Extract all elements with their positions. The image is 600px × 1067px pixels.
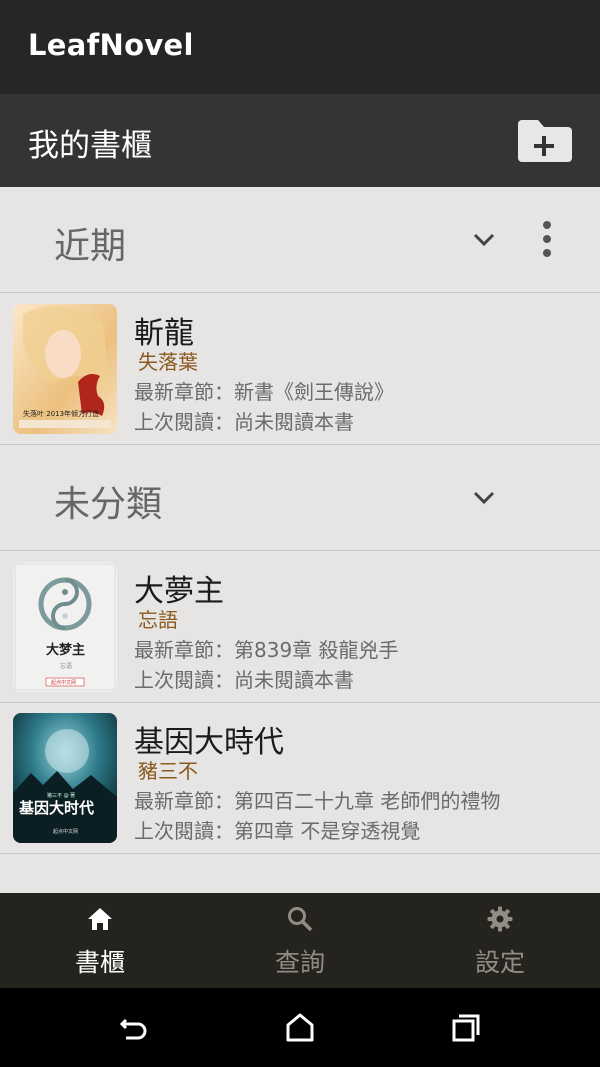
- more-options-button[interactable]: [532, 217, 562, 261]
- book-row-dameng[interactable]: 大梦主 忘语 起点中文网 大夢主 忘語 最新章節：第839章 殺龍兇手 上次閱讀…: [0, 552, 600, 703]
- system-home-button[interactable]: [282, 1010, 318, 1046]
- bottom-nav: 書櫃 查詢 設定: [0, 893, 600, 988]
- app-bar: LeafNovel: [0, 0, 600, 94]
- nav-label: 書櫃: [74, 948, 125, 977]
- system-recents-button[interactable]: [448, 1010, 484, 1046]
- collapse-toggle[interactable]: [466, 479, 502, 515]
- search-icon: [288, 907, 313, 932]
- chevron-down-icon: [473, 491, 495, 505]
- latest-chapter: 最新章節：新書《劍王傳說》: [134, 380, 394, 404]
- last-read: 上次閱讀：第四章 不是穿透視覺: [134, 819, 421, 843]
- system-back-button[interactable]: [116, 1010, 152, 1046]
- recents-icon: [452, 1014, 480, 1042]
- svg-text:失落叶 2013年倾力打造: 失落叶 2013年倾力打造: [23, 409, 99, 418]
- nav-tab-settings[interactable]: 設定: [400, 893, 600, 988]
- shelf-title: 我的書櫃: [28, 128, 152, 164]
- cover-art-dameng: 大梦主 忘语 起点中文网: [13, 562, 117, 692]
- book-cover: 大梦主 忘语 起点中文网: [13, 562, 117, 692]
- folder-plus-icon: [518, 120, 572, 162]
- nav-tab-search[interactable]: 查詢: [200, 893, 400, 988]
- chevron-down-icon: [473, 233, 495, 247]
- book-author: 豬三不: [138, 759, 198, 783]
- section-label: 未分類: [54, 484, 163, 525]
- last-read: 上次閱讀：尚未閱讀本書: [134, 668, 354, 692]
- latest-chapter: 最新章節：第四百二十九章 老師們的禮物: [134, 789, 501, 813]
- svg-text:猪三不 @ 著: 猪三不 @ 著: [47, 792, 75, 799]
- latest-chapter: 最新章節：第839章 殺龍兇手: [134, 638, 399, 662]
- svg-text:忘语: 忘语: [60, 662, 72, 670]
- gear-icon: [487, 906, 513, 932]
- book-row-jiyin[interactable]: 猪三不 @ 著 基因大时代 起点中文网 基因大時代 豬三不 最新章節：第四百二十…: [0, 703, 600, 854]
- add-folder-button[interactable]: [512, 114, 574, 166]
- section-label: 近期: [54, 226, 127, 267]
- home-icon: [88, 908, 112, 930]
- nav-tab-bookshelf[interactable]: 書櫃: [0, 893, 200, 988]
- book-cover: 失落叶 2013年倾力打造: [13, 304, 117, 434]
- cover-art-jiyin: 猪三不 @ 著 基因大时代 起点中文网: [13, 713, 117, 843]
- shelf-header: 我的書櫃: [0, 94, 600, 187]
- home-outline-icon: [286, 1013, 314, 1042]
- svg-text:大梦主: 大梦主: [46, 642, 85, 658]
- book-cover: 猪三不 @ 著 基因大时代 起点中文网: [13, 713, 117, 843]
- svg-text:起点中文网: 起点中文网: [53, 828, 78, 835]
- last-read: 上次閱讀：尚未閱讀本書: [134, 410, 354, 434]
- app-title: LeafNovel: [28, 28, 194, 62]
- cover-art-zhanlong: 失落叶 2013年倾力打造: [13, 304, 117, 434]
- book-author: 忘語: [138, 608, 178, 632]
- nav-label: 查詢: [274, 948, 325, 977]
- more-vert-icon: [543, 221, 551, 257]
- book-author: 失落葉: [138, 350, 198, 374]
- book-row-zhanlong[interactable]: 失落叶 2013年倾力打造 斬龍 失落葉 最新章節：新書《劍王傳說》 上次閱讀：…: [0, 294, 600, 445]
- section-header-recent[interactable]: 近期: [0, 187, 600, 293]
- back-icon: [119, 1018, 147, 1040]
- section-header-uncategorized[interactable]: 未分類: [0, 445, 600, 551]
- nav-label: 設定: [474, 948, 525, 977]
- svg-text:基因大时代: 基因大时代: [18, 799, 94, 817]
- system-nav-bar: [0, 988, 600, 1067]
- collapse-toggle[interactable]: [466, 221, 502, 257]
- svg-text:起点中文网: 起点中文网: [51, 679, 76, 686]
